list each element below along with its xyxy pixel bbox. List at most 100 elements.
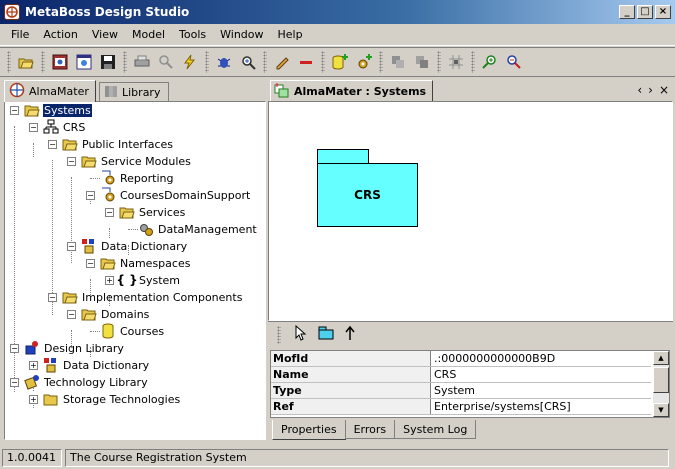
menu-tools[interactable]: Tools	[172, 28, 213, 41]
palette-grip[interactable]	[277, 325, 281, 344]
scroll-thumb[interactable]	[653, 367, 669, 393]
collapse-toggle[interactable]: −	[86, 191, 95, 200]
menu-window[interactable]: Window	[213, 28, 270, 41]
menu-file[interactable]: File	[4, 28, 36, 41]
tree-node-services[interactable]: Services	[119, 204, 186, 220]
property-row[interactable]: Type System	[271, 383, 651, 399]
view-icon[interactable]	[49, 51, 71, 73]
collapse-toggle[interactable]: −	[48, 293, 57, 302]
tree-node-library-data-dictionary[interactable]: Data Dictionary	[43, 357, 150, 373]
add-component-icon[interactable]	[353, 51, 375, 73]
tab-almamater[interactable]: AlmaMater	[4, 80, 96, 102]
collapse-toggle[interactable]: −	[105, 208, 114, 217]
generate-icon[interactable]	[179, 51, 201, 73]
toolbar-grip[interactable]	[471, 51, 475, 73]
chevron-right-icon[interactable]: ›	[648, 83, 653, 97]
toolbar-grip[interactable]	[263, 51, 267, 73]
toolbar-grip[interactable]	[7, 51, 11, 73]
menu-model[interactable]: Model	[125, 28, 172, 41]
tab-system-log[interactable]: System Log	[394, 420, 477, 439]
property-value[interactable]: Enterprise/systems[CRS]	[431, 399, 651, 414]
diagram-tab-label: AlmaMater : Systems	[294, 84, 427, 98]
tree-node-reporting[interactable]: Reporting	[100, 170, 174, 186]
collapse-toggle[interactable]: −	[10, 378, 19, 387]
tree-node-datamanagement[interactable]: DataManagement	[138, 221, 258, 237]
property-value[interactable]: CRS	[431, 367, 651, 382]
debug-icon[interactable]	[213, 51, 235, 73]
properties-scrollbar[interactable]: ▲ ▼	[653, 351, 669, 417]
expand-toggle[interactable]: +	[29, 395, 38, 404]
tree-node-public-interfaces[interactable]: Public Interfaces	[62, 136, 174, 152]
tree-node-storage-technologies[interactable]: Storage Technologies	[43, 391, 181, 407]
package-tool-icon[interactable]	[318, 326, 334, 343]
tab-almamater-systems[interactable]: AlmaMater : Systems	[270, 80, 434, 102]
tab-library[interactable]: Library	[99, 82, 169, 102]
zoom-out-icon[interactable]	[503, 51, 525, 73]
collapse-toggle[interactable]: −	[86, 259, 95, 268]
menu-help[interactable]: Help	[271, 28, 310, 41]
menu-view[interactable]: View	[85, 28, 125, 41]
collapse-toggle[interactable]: −	[10, 106, 19, 115]
tree-node-design-library[interactable]: Design Library	[24, 340, 125, 356]
tree-node-courses[interactable]: Courses	[100, 323, 165, 339]
expand-toggle[interactable]: +	[105, 276, 114, 285]
add-database-icon[interactable]	[329, 51, 351, 73]
toolbar-grip[interactable]	[41, 51, 45, 73]
menu-action[interactable]: Action	[36, 28, 84, 41]
property-value[interactable]: .:0000000000000B9D	[431, 351, 651, 366]
property-row[interactable]: Ref Enterprise/systems[CRS]	[271, 399, 651, 415]
delete-icon[interactable]	[295, 51, 317, 73]
toolbar-grip[interactable]	[321, 51, 325, 73]
tree-node-service-modules[interactable]: Service Modules	[81, 153, 192, 169]
property-value[interactable]: System	[431, 383, 651, 398]
scroll-up-button[interactable]: ▲	[653, 351, 669, 365]
collapse-toggle[interactable]: −	[67, 310, 76, 319]
collapse-toggle[interactable]: −	[48, 140, 57, 149]
toolbar-grip[interactable]	[123, 51, 127, 73]
properties-icon[interactable]	[73, 51, 95, 73]
tree-node-namespaces[interactable]: Namespaces	[100, 255, 191, 271]
zoom-in-icon[interactable]	[479, 51, 501, 73]
tab-errors[interactable]: Errors	[344, 420, 396, 439]
property-row[interactable]: MofId .:0000000000000B9D	[271, 351, 651, 367]
status-bar: 1.0.0041 The Course Registration System	[0, 446, 675, 469]
tree-node-technology-library[interactable]: Technology Library	[24, 374, 149, 390]
toolbar-grip[interactable]	[205, 51, 209, 73]
close-button[interactable]: ×	[655, 5, 671, 19]
tree-node-crs[interactable]: CRS	[43, 119, 86, 135]
tab-properties[interactable]: Properties	[272, 420, 346, 440]
tree-node-system[interactable]: { } System	[116, 272, 181, 288]
toolbar-grip[interactable]	[437, 51, 441, 73]
package-tab[interactable]	[317, 149, 369, 164]
tree-node-coursesdomainsupport[interactable]: CoursesDomainSupport	[100, 187, 251, 203]
scroll-down-button[interactable]: ▼	[653, 403, 669, 417]
toolbar-grip[interactable]	[379, 51, 383, 73]
inspect-icon[interactable]	[237, 51, 259, 73]
open-icon[interactable]	[15, 51, 37, 73]
pointer-icon[interactable]	[294, 324, 308, 344]
expand-toggle[interactable]: +	[29, 361, 38, 370]
minimize-button[interactable]: _	[619, 5, 635, 19]
tree-node-domains[interactable]: Domains	[81, 306, 150, 322]
copy-icon[interactable]	[387, 51, 409, 73]
diagram-canvas[interactable]: CRS	[268, 101, 673, 321]
chevron-left-icon[interactable]: ‹	[637, 83, 642, 97]
property-row[interactable]: Name CRS	[271, 367, 651, 383]
collapse-toggle[interactable]: −	[67, 157, 76, 166]
collapse-toggle[interactable]: −	[29, 123, 38, 132]
print-icon[interactable]	[131, 51, 153, 73]
tree-node-data-dictionary[interactable]: Data Dictionary	[81, 238, 188, 254]
close-icon[interactable]: ×	[659, 83, 669, 97]
tree-node-implementation-components[interactable]: Implementation Components	[62, 289, 243, 305]
save-icon[interactable]	[97, 51, 119, 73]
search-icon[interactable]	[155, 51, 177, 73]
package-crs[interactable]: CRS	[317, 163, 418, 227]
tree-node-systems[interactable]: Systems	[24, 102, 92, 118]
collapse-toggle[interactable]: −	[67, 242, 76, 251]
paste-icon[interactable]	[411, 51, 433, 73]
collapse-toggle[interactable]: −	[10, 344, 19, 353]
maximize-button[interactable]: □	[637, 5, 653, 19]
dependency-arrow-icon[interactable]	[344, 325, 356, 344]
edit-icon[interactable]	[271, 51, 293, 73]
layout-icon[interactable]	[445, 51, 467, 73]
